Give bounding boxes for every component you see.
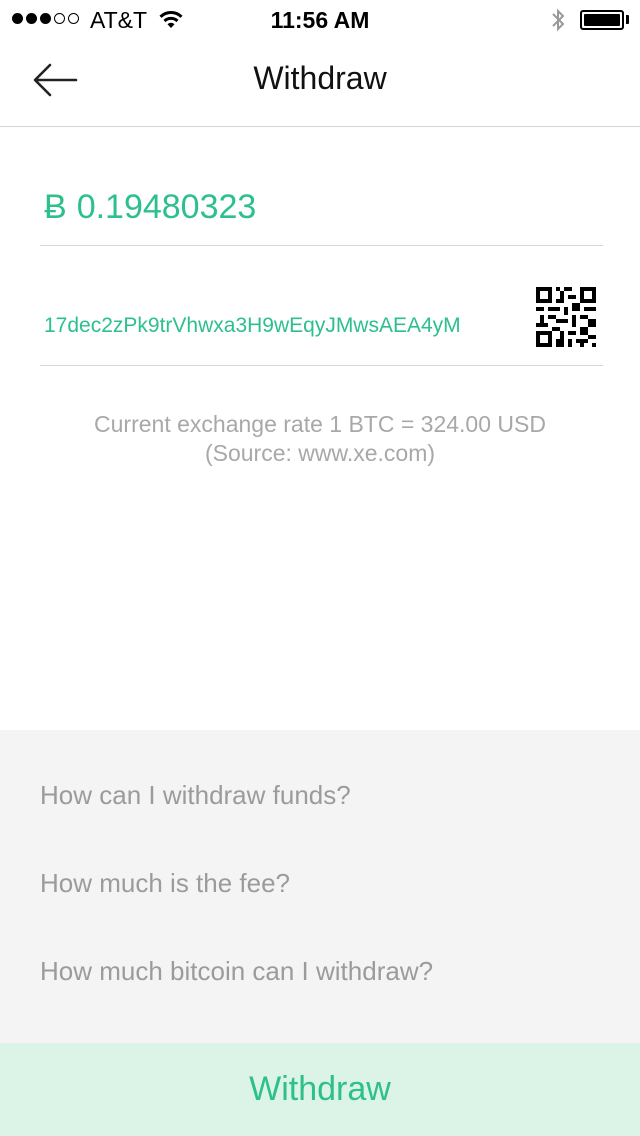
exchange-rate-text: Current exchange rate 1 BTC = 324.00 USD bbox=[94, 411, 546, 437]
faq-item-withdraw-funds[interactable]: How can I withdraw funds? bbox=[40, 780, 351, 811]
page-title: Withdraw bbox=[253, 60, 387, 96]
bluetooth-icon bbox=[550, 7, 566, 38]
withdraw-button[interactable]: Withdraw bbox=[0, 1043, 640, 1136]
withdraw-button-label: Withdraw bbox=[249, 1070, 391, 1108]
amount-field[interactable]: Ƀ 0.19480323 bbox=[40, 183, 603, 246]
qr-code-icon bbox=[536, 287, 596, 351]
status-time: 11:56 AM bbox=[270, 7, 370, 33]
faq-item-withdraw-limit[interactable]: How much bitcoin can I withdraw? bbox=[40, 956, 433, 987]
battery-cap bbox=[626, 15, 629, 24]
address-field[interactable]: 17dec2zPk9trVhwxa3H9wEqyJMwsAEA4yM bbox=[40, 270, 603, 366]
nav-bar: Withdraw bbox=[0, 40, 640, 127]
bitcoin-symbol: Ƀ bbox=[44, 188, 67, 226]
qr-scan-button[interactable] bbox=[536, 287, 596, 347]
amount-value: 0.19480323 bbox=[76, 188, 257, 226]
bitcoin-address: 17dec2zPk9trVhwxa3H9wEqyJMwsAEA4yM bbox=[44, 314, 461, 337]
battery-icon bbox=[580, 10, 624, 30]
status-bar: AT&T 11:56 AM bbox=[0, 0, 640, 40]
faq-section: How can I withdraw funds? How much is th… bbox=[0, 730, 640, 1043]
exchange-rate-source: (Source: www.xe.com) bbox=[204, 440, 436, 466]
faq-item-fee[interactable]: How much is the fee? bbox=[40, 868, 290, 899]
exchange-rate-info: Current exchange rate 1 BTC = 324.00 USD… bbox=[0, 410, 640, 468]
